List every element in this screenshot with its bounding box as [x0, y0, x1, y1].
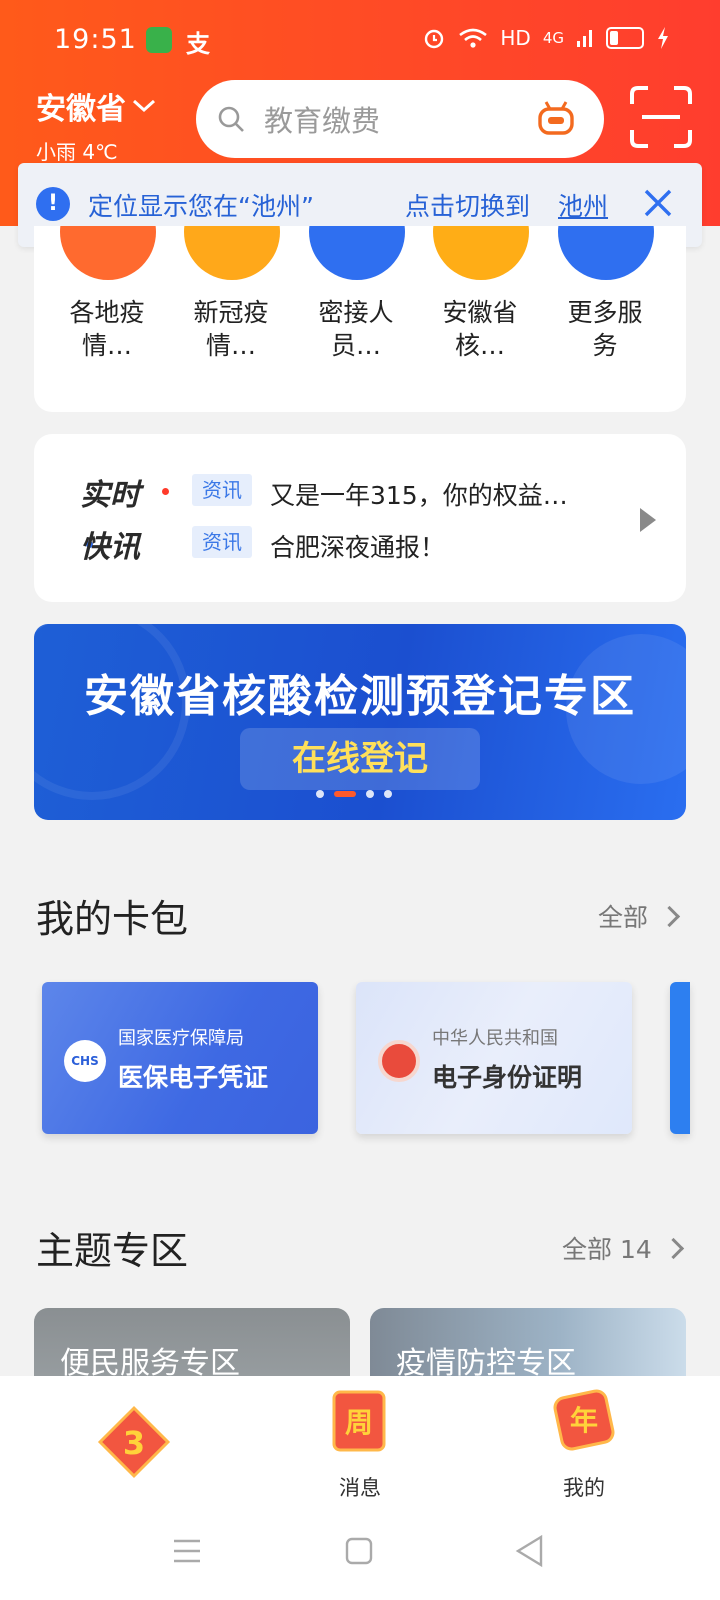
service-label: 新冠疫 情…	[193, 298, 269, 360]
news-tag: 资讯	[192, 474, 252, 506]
chevron-down-icon	[132, 99, 156, 113]
national-emblem-icon	[378, 1040, 420, 1082]
weather-label: 小雨 4℃	[36, 140, 118, 164]
signal-bars-icon	[577, 30, 592, 47]
system-navigation-bar	[0, 1506, 720, 1600]
card-issuer: 中华人民共和国	[432, 1028, 558, 1049]
play-arrow-icon[interactable]	[640, 508, 656, 532]
home-square-icon[interactable]	[344, 1536, 374, 1566]
notice-switch-label: 点击切换到	[405, 192, 531, 221]
carousel-dot	[366, 790, 374, 798]
festive-badge-nian-icon: 年	[553, 1389, 615, 1451]
card-issuer: 国家医疗保障局	[118, 1028, 244, 1049]
service-label: 密接人 员…	[318, 298, 394, 360]
tab-home[interactable]: 3	[54, 1376, 214, 1506]
carousel-dot	[316, 790, 324, 798]
chevron-right-icon	[662, 1237, 684, 1259]
alipay-notification-icon: 支	[186, 30, 210, 58]
nucleic-test-icon	[433, 226, 529, 280]
wifi-icon	[459, 28, 488, 48]
news-brand-line2: 快讯	[80, 530, 140, 565]
festive-badge-3-icon: 3	[97, 1405, 171, 1479]
next-card-peek[interactable]	[670, 982, 690, 1134]
topics-title: 主题专区	[36, 1229, 189, 1273]
menu-icon[interactable]	[172, 1536, 202, 1566]
location-selector[interactable]: 安徽省 小雨 4℃	[36, 84, 156, 165]
carousel-indicator	[316, 790, 392, 798]
app-notification-icon	[146, 27, 172, 53]
festive-badge-zhou-icon: 周	[332, 1390, 386, 1452]
search-placeholder: 教育缴费	[264, 104, 381, 138]
electronic-id-card[interactable]: 中华人民共和国 电子身份证明	[356, 982, 632, 1134]
search-box[interactable]: 教育缴费	[196, 80, 604, 158]
more-services-icon	[558, 226, 654, 280]
brand-red-dot	[162, 488, 169, 495]
news-headline[interactable]: 又是一年315，你的权益…	[270, 476, 568, 512]
search-icon	[218, 106, 244, 132]
voice-assistant-robot-icon[interactable]	[536, 100, 576, 138]
tab-label: 我的	[563, 1476, 605, 1500]
scan-icon[interactable]	[630, 86, 692, 148]
close-contact-icon	[309, 226, 405, 280]
bottom-tab-bar: 3 周 消息 年 我的	[0, 1376, 720, 1506]
status-bar: 19:51 支 HD 4G	[0, 0, 720, 84]
news-brand-line1: 实时	[80, 478, 140, 513]
carousel-dot-active	[334, 791, 356, 797]
epidemic-status-icon	[60, 226, 156, 280]
close-icon[interactable]	[640, 185, 676, 221]
province-label: 安徽省	[36, 92, 126, 127]
service-grid: 各地疫 情… 新冠疫 情… 密接人 员… 安徽省 核… 更多服务	[34, 226, 686, 412]
back-triangle-icon[interactable]	[514, 1534, 546, 1568]
switch-city-link[interactable]: 池州	[558, 187, 608, 223]
chevron-right-icon	[658, 905, 681, 927]
service-label: 各地疫 情…	[69, 298, 145, 360]
signal-label: 4G	[542, 29, 564, 47]
tab-messages[interactable]: 周 消息	[280, 1376, 440, 1506]
news-tag: 资讯	[192, 526, 252, 558]
news-ticker[interactable]: 实时 快讯 资讯 又是一年315，你的权益… 资讯 合肥深夜通报！	[34, 434, 686, 602]
charging-icon	[658, 27, 668, 49]
svg-text:周: 周	[345, 1406, 373, 1439]
chs-logo-icon: CHS	[64, 1040, 106, 1082]
card-name: 电子身份证明	[432, 1063, 583, 1092]
card-wallet-all-link[interactable]: 全部	[598, 898, 681, 934]
covid-info-icon	[184, 226, 280, 280]
topics-all-link[interactable]: 全部 14	[562, 1230, 684, 1266]
banner-title: 安徽省核酸检测预登记专区	[84, 671, 636, 722]
tab-profile[interactable]: 年 我的	[504, 1376, 664, 1506]
medical-insurance-card[interactable]: CHS 国家医疗保障局 医保电子凭证	[42, 982, 318, 1134]
carousel-dot	[384, 790, 392, 798]
battery-icon	[606, 27, 644, 49]
network-hd-label: HD	[500, 26, 531, 50]
status-time: 19:51	[54, 24, 137, 55]
info-icon: !	[36, 187, 70, 221]
news-headline[interactable]: 合肥深夜通报！	[270, 528, 445, 564]
promo-banner[interactable]: 安徽省核酸检测预登记专区 在线登记	[34, 624, 686, 820]
card-name: 医保电子凭证	[118, 1063, 269, 1092]
alarm-icon	[425, 29, 444, 49]
service-label: 更多服务	[567, 298, 643, 360]
service-label: 安徽省 核…	[442, 298, 518, 360]
banner-register-button[interactable]: 在线登记	[240, 728, 480, 790]
card-wallet-title: 我的卡包	[36, 897, 189, 941]
svg-text:年: 年	[570, 1404, 598, 1437]
svg-text:3: 3	[123, 1424, 145, 1462]
notice-message: 定位显示您在“池州”	[88, 192, 314, 221]
tab-label: 消息	[339, 1476, 381, 1500]
